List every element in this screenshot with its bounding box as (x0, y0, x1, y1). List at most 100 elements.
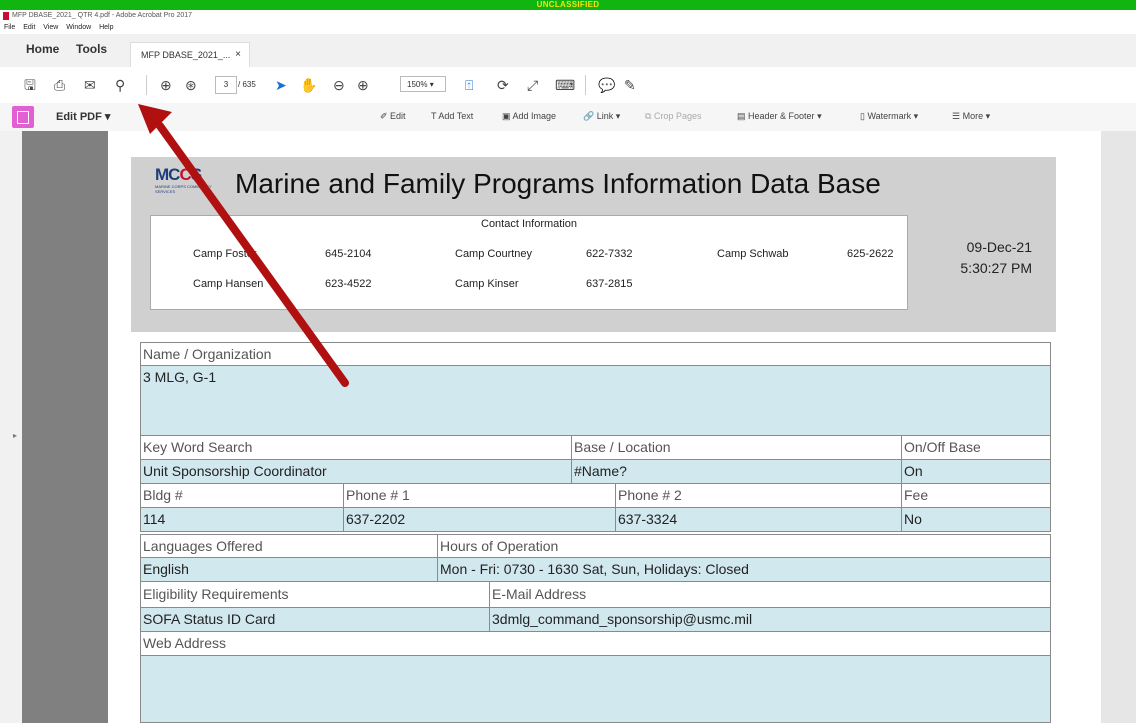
more-label: More (962, 111, 984, 121)
left-panel-rail: ▸ (0, 131, 23, 723)
add-image-tool[interactable]: ▣ Add Image (502, 111, 556, 122)
name-value-row: 3 MLG, G-1 (140, 366, 1051, 436)
bldg-value-row: 114 637-2202 637-3324 No (140, 508, 1051, 532)
menu-window[interactable]: Window (66, 24, 91, 31)
add-image-label: Add Image (512, 111, 557, 121)
lang-value-row: English Mon - Fri: 0730 - 1630 Sat, Sun,… (140, 558, 1051, 582)
onoff-value: On (901, 460, 1052, 483)
keyword-value: Unit Sponsorship Coordinator (143, 463, 327, 479)
bldg-value: 114 (143, 511, 166, 527)
tab-bar: Home Tools MFP DBASE_2021_... × (0, 34, 1136, 68)
phone2-label: Phone # 2 (615, 484, 901, 507)
select-tool-icon[interactable]: ➤ (275, 76, 287, 94)
keyword-label-row: Key Word Search Base / Location On/Off B… (140, 436, 1051, 460)
toolbar-divider (146, 75, 147, 95)
zoom-in-icon[interactable]: ⊕ (357, 76, 369, 94)
report-time: 5:30:27 PM (960, 260, 1032, 276)
print-icon[interactable]: ⎙ (54, 76, 65, 94)
hand-tool-icon[interactable]: ✋ (300, 76, 317, 94)
fee-label: Fee (901, 484, 1052, 507)
elig-value-row: SOFA Status ID Card 3dmlg_command_sponso… (140, 608, 1051, 632)
page-total: / 635 (238, 80, 256, 89)
right-panel-rail (1101, 131, 1136, 723)
contact-phone: 623-4522 (325, 278, 372, 290)
keyboard-icon[interactable]: ⌨ (555, 76, 575, 94)
web-label-row: Web Address (140, 632, 1051, 656)
link-label: Link (596, 111, 614, 121)
mccs-logo: MCCS MARINE CORPS COMMUNITY SERVICES (155, 165, 212, 194)
menu-help[interactable]: Help (99, 24, 113, 31)
contact-name: Camp Schwab (717, 248, 789, 260)
zoom-select[interactable]: 150% ▾ (400, 76, 446, 92)
base-value: #Name? (571, 460, 901, 483)
edit-pdf-icon[interactable] (12, 106, 34, 128)
pen-icon[interactable]: ✎ (624, 76, 636, 94)
contact-title: Contact Information (481, 218, 577, 230)
add-text-label: Add Text (438, 111, 474, 121)
contact-info-box: Contact Information Camp Foster 645-2104… (150, 215, 908, 310)
email-label: E-Mail Address (489, 582, 1052, 607)
previous-page-icon[interactable]: ⊕ (160, 76, 172, 94)
next-page-icon[interactable]: ⊛ (185, 76, 197, 94)
phone1-value: 637-2202 (343, 508, 615, 531)
pdf-icon (3, 12, 9, 20)
edit-pdf-bar: Edit PDF ▾ ✐ Edit T Add Text ▣ Add Image… (0, 103, 1136, 132)
keyword-label: Key Word Search (143, 439, 253, 455)
link-tool[interactable]: 🔗 Link ▾ (583, 111, 620, 122)
phone2-value: 637-3324 (615, 508, 901, 531)
lang-label-row: Languages Offered Hours of Operation (140, 534, 1051, 558)
menu-bar: File Edit View Window Help (0, 22, 1136, 34)
crop-pages-label: Crop Pages (653, 111, 702, 121)
web-label: Web Address (143, 635, 227, 651)
contact-name: Camp Hansen (193, 278, 264, 290)
toolbar-divider (585, 75, 586, 95)
comment-icon[interactable]: 💬 (598, 76, 615, 94)
fullscreen-icon[interactable]: ⤢ (527, 76, 538, 94)
search-icon[interactable]: ⚲ (115, 76, 125, 94)
name-value: 3 MLG, G-1 (143, 369, 217, 385)
fit-page-icon[interactable]: ⍐ (465, 76, 473, 94)
crop-pages-tool[interactable]: ⧉ Crop Pages (645, 111, 701, 122)
email-icon[interactable]: ✉ (84, 76, 96, 94)
contact-phone: 637-2815 (586, 278, 633, 290)
menu-view[interactable]: View (43, 24, 58, 31)
more-tool[interactable]: ☰ More ▾ (952, 111, 990, 122)
elig-value: SOFA Status ID Card (143, 611, 276, 627)
header-footer-tool[interactable]: ▤ Header & Footer ▾ (737, 111, 822, 122)
window-title: MFP DBASE_2021_ QTR 4.pdf - Adobe Acroba… (12, 12, 193, 19)
menu-edit[interactable]: Edit (23, 24, 35, 31)
contact-name: Camp Foster (193, 248, 257, 260)
zoom-value: 150% (407, 80, 428, 89)
hours-label: Hours of Operation (437, 535, 1052, 557)
web-value-row (140, 656, 1051, 723)
edit-tool[interactable]: ✐ Edit (380, 111, 406, 122)
watermark-label: Watermark (867, 111, 912, 121)
onoff-label: On/Off Base (901, 436, 1052, 459)
rotate-icon[interactable]: ⟳ (497, 76, 509, 94)
tab-home[interactable]: Home (26, 42, 59, 56)
report-date: 09-Dec-21 (966, 239, 1032, 255)
document-tab-label: MFP DBASE_2021_... (141, 50, 231, 60)
contact-phone: 645-2104 (325, 248, 372, 260)
menu-file[interactable]: File (4, 24, 15, 31)
fee-value: No (901, 508, 1052, 531)
expand-panel-icon[interactable]: ▸ (13, 431, 17, 440)
elig-label: Eligibility Requirements (143, 586, 289, 602)
main-toolbar: 🖫 ⎙ ✉ ⚲ ⊕ ⊛ 3 / 635 ➤ ✋ ⊖ ⊕ 150% ▾ ⍐ ⟳ ⤢… (0, 67, 1136, 104)
save-icon[interactable]: 🖫 (24, 76, 36, 94)
title-bar: MFP DBASE_2021_ QTR 4.pdf - Adobe Acroba… (0, 10, 1136, 22)
edit-pdf-menu[interactable]: Edit PDF ▾ (56, 110, 110, 123)
add-text-tool[interactable]: T Add Text (431, 111, 473, 121)
report-datetime: 09-Dec-21 5:30:27 PM (940, 237, 1032, 279)
zoom-out-icon[interactable]: ⊖ (333, 76, 345, 94)
tab-tools[interactable]: Tools (76, 42, 107, 56)
name-label: Name / Organization (143, 346, 272, 362)
page-number-input[interactable]: 3 (215, 76, 237, 94)
document-title: Marine and Family Programs Information D… (235, 168, 881, 199)
name-label-row: Name / Organization (140, 342, 1051, 366)
lang-label: Languages Offered (143, 538, 263, 554)
watermark-tool[interactable]: ▯ Watermark ▾ (860, 111, 918, 122)
close-icon[interactable]: × (235, 43, 241, 67)
tab-document[interactable]: MFP DBASE_2021_... × (130, 42, 250, 68)
contact-name: Camp Kinser (455, 278, 519, 290)
